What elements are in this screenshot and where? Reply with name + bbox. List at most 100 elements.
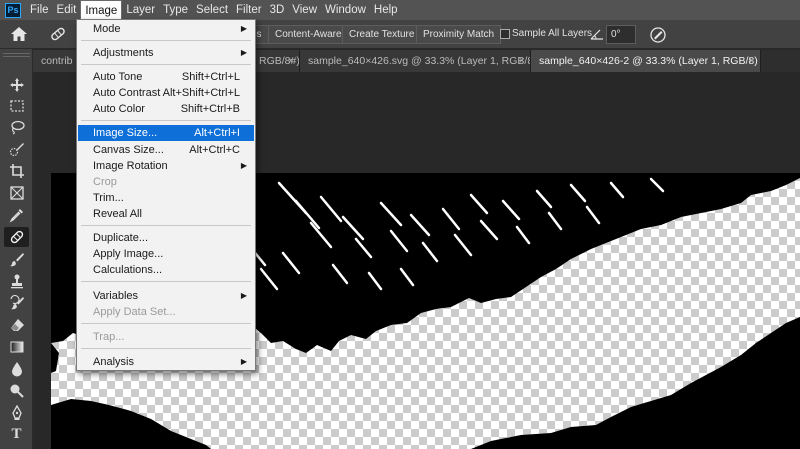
menu-item-label: Image Rotation — [93, 160, 168, 172]
menu-item-label: Auto Contrast — [93, 87, 161, 99]
sample-all-layers-checkbox[interactable] — [500, 29, 510, 39]
tab-sample-2[interactable]: sample_640×426-2 @ 33.3% (Layer 1, RGB/8… — [531, 50, 761, 72]
tools-panel-grip[interactable] — [3, 53, 30, 57]
menu-separator — [81, 323, 251, 324]
menu-item-variables[interactable]: Variables ▶ — [78, 288, 254, 304]
menu-item-label: Apply Data Set... — [93, 306, 176, 318]
menu-item-trap: Trap... — [78, 329, 254, 345]
submenu-arrow-icon: ▶ — [240, 161, 247, 170]
tab-sample-svg[interactable]: sample_640×426.svg @ 33.3% (Layer 1, RGB… — [300, 50, 531, 72]
clone-stamp-tool-icon[interactable] — [4, 271, 29, 291]
menu-item-auto-tone[interactable]: Auto Tone Shift+Ctrl+L — [78, 69, 254, 85]
lasso-tool-icon[interactable] — [4, 117, 29, 137]
menu-item-shortcut: Shift+Ctrl+L — [181, 71, 240, 83]
menu-item-label: Canvas Size... — [93, 144, 164, 156]
menu-separator — [81, 281, 251, 282]
tab-label: sample_640×426-2 @ 33.3% (Layer 1, RGB/8… — [539, 55, 758, 67]
blur-tool-icon[interactable] — [4, 359, 29, 379]
menu-type[interactable]: Type — [159, 0, 192, 20]
menu-item-label: Duplicate... — [93, 232, 149, 244]
menu-window[interactable]: Window — [321, 0, 370, 20]
ps-logo-icon: Ps — [5, 2, 21, 18]
dodge-tool-icon[interactable] — [4, 381, 29, 401]
menu-view[interactable]: View — [288, 0, 321, 20]
menu-help[interactable]: Help — [370, 0, 402, 20]
photoshop-logo[interactable]: Ps — [0, 0, 26, 20]
type-tool-icon[interactable]: T — [4, 424, 29, 444]
menu-edit[interactable]: Edit — [53, 0, 81, 20]
photoshop-window: Ps File Edit Image Layer Type Select Fil… — [0, 0, 800, 449]
pen-tool-icon[interactable] — [4, 403, 29, 423]
create-texture-button[interactable]: Create Texture — [342, 25, 422, 44]
menu-item-label: Auto Tone — [93, 71, 143, 83]
menu-item-image-size[interactable]: Image Size... Alt+Ctrl+I — [78, 125, 254, 141]
menu-item-label: Image Size... — [93, 127, 158, 139]
menu-file[interactable]: File — [26, 0, 53, 20]
eyedropper-tool-icon[interactable] — [4, 205, 29, 225]
menu-item-trim[interactable]: Trim... — [78, 190, 254, 206]
submenu-arrow-icon: ▶ — [240, 357, 247, 366]
gradient-tool-icon[interactable] — [4, 337, 29, 357]
history-brush-tool-icon[interactable] — [4, 293, 29, 313]
menu-item-adjustments[interactable]: Adjustments ▶ — [78, 45, 254, 61]
tab-label: sample_640×426.svg @ 33.3% (Layer 1, RGB… — [308, 55, 531, 67]
menu-item-duplicate[interactable]: Duplicate... — [78, 230, 254, 246]
menu-item-image-rotation[interactable]: Image Rotation ▶ — [78, 158, 254, 174]
menu-separator — [81, 348, 251, 349]
menu-item-auto-color[interactable]: Auto Color Shift+Ctrl+B — [78, 101, 254, 117]
quick-selection-tool-icon[interactable] — [4, 139, 29, 159]
menu-item-shortcut: Alt+Ctrl+I — [194, 127, 240, 139]
angle-icon — [590, 29, 603, 40]
tab-partial[interactable]: RGB/8#) × — [255, 50, 300, 72]
marquee-tool-icon[interactable] — [4, 96, 29, 116]
menu-item-apply-data-set: Apply Data Set... — [78, 304, 254, 320]
image-menu-dropdown: Mode ▶ Adjustments ▶ Auto Tone Shift+Ctr… — [76, 19, 256, 371]
crop-tool-icon[interactable] — [4, 161, 29, 181]
menu-item-label: Analysis — [93, 356, 134, 368]
sample-all-layers-label: Sample All Layers — [512, 28, 593, 39]
menu-item-analysis[interactable]: Analysis ▶ — [78, 354, 254, 370]
frame-tool-icon[interactable] — [4, 183, 29, 203]
menu-item-calculations[interactable]: Calculations... — [78, 262, 254, 278]
tools-panel: T — [0, 49, 33, 449]
menu-item-mode[interactable]: Mode ▶ — [78, 21, 254, 37]
menu-3d[interactable]: 3D — [266, 0, 289, 20]
home-icon[interactable] — [10, 26, 28, 42]
menu-item-reveal-all[interactable]: Reveal All — [78, 206, 254, 222]
type-tool-glyph: T — [11, 425, 22, 442]
close-icon[interactable]: × — [288, 50, 294, 72]
menu-item-label: Auto Color — [93, 103, 145, 115]
proximity-match-button[interactable]: Proximity Match — [416, 25, 502, 44]
content-aware-button[interactable]: Content-Aware — [268, 25, 349, 44]
close-icon[interactable]: × — [749, 50, 755, 72]
submenu-arrow-icon: ▶ — [240, 24, 247, 33]
menu-item-label: Adjustments — [93, 47, 154, 59]
close-icon[interactable]: × — [519, 50, 525, 72]
pressure-size-icon[interactable] — [649, 26, 667, 44]
menu-select[interactable]: Select — [192, 0, 232, 20]
menu-item-label: Variables — [93, 290, 139, 302]
move-tool-icon[interactable] — [4, 75, 29, 95]
healing-brush-tool-icon[interactable] — [4, 227, 29, 247]
menu-item-auto-contrast[interactable]: Auto Contrast Alt+Shift+Ctrl+L — [78, 85, 254, 101]
tab-label: contrib — [41, 55, 73, 67]
menu-layer[interactable]: Layer — [122, 0, 159, 20]
menu-separator — [81, 120, 251, 121]
menu-item-label: Crop — [93, 176, 117, 188]
menu-item-apply-image[interactable]: Apply Image... — [78, 246, 254, 262]
menu-item-crop: Crop — [78, 174, 254, 190]
menu-item-shortcut: Shift+Ctrl+B — [180, 103, 240, 115]
eraser-tool-icon[interactable] — [4, 315, 29, 335]
tab-contrib[interactable]: contrib — [33, 50, 78, 72]
brush-tool-icon[interactable] — [4, 249, 29, 269]
menu-filter[interactable]: Filter — [232, 0, 266, 20]
menu-separator — [81, 64, 251, 65]
angle-input[interactable]: 0° — [606, 25, 636, 44]
submenu-arrow-icon: ▶ — [240, 291, 247, 300]
submenu-arrow-icon: ▶ — [240, 48, 247, 57]
menu-item-label: Trim... — [93, 192, 124, 204]
menu-image[interactable]: Image — [80, 0, 123, 20]
menu-item-canvas-size[interactable]: Canvas Size... Alt+Ctrl+C — [78, 142, 254, 158]
healing-brush-preset-icon[interactable] — [48, 26, 68, 42]
menu-separator — [81, 40, 251, 41]
